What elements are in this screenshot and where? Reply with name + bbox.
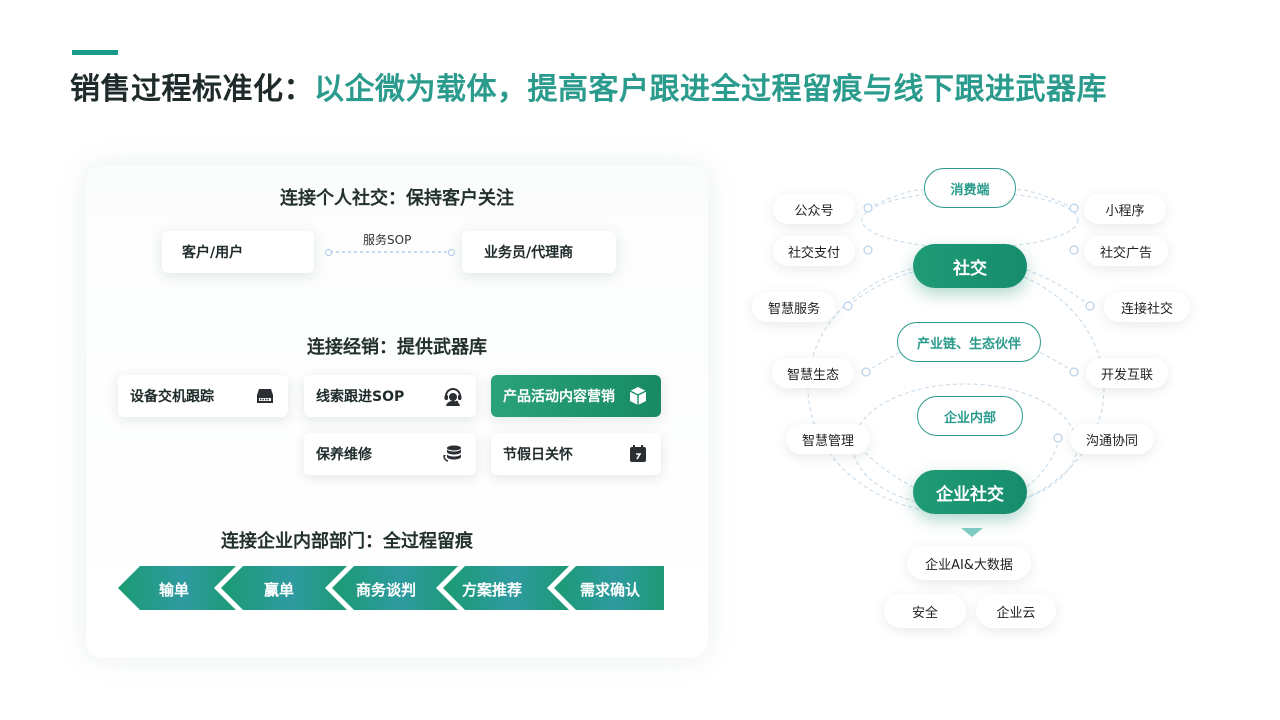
section-dealer-title: 连接经销：提供武器库: [307, 337, 487, 358]
weapon-card-holiday-care: 节假日关怀: [491, 433, 661, 475]
down-arrow-icon: [961, 528, 983, 537]
weapon-card-lead-sop: 线索跟进SOP: [304, 375, 476, 417]
step-label-requirement: 需求确认: [579, 581, 641, 599]
calendar-icon: [627, 443, 649, 465]
page-title-part2: 以企微为载体，提高客户跟进全过程留痕与线下跟进武器库: [314, 72, 1107, 107]
bottom-item-enterprise-cloud: 企业云: [976, 594, 1056, 628]
customer-card: 客户/用户: [162, 231, 314, 273]
consumer-end-node: 消费端: [924, 168, 1016, 208]
weapon-card-label: 产品活动内容营销: [503, 389, 615, 405]
social-node: 社交: [913, 244, 1027, 288]
service-sop-label: 服务SOP: [363, 233, 412, 247]
left-item-smart-ecology: 智慧生态: [772, 358, 854, 388]
enterprise-social-node: 企业社交: [913, 470, 1027, 514]
step-label-lose: 输单: [158, 581, 190, 599]
right-item-communication: 沟通协同: [1070, 424, 1154, 454]
salesperson-card: 业务员/代理商: [462, 231, 616, 273]
step-label-win: 赢单: [263, 581, 295, 599]
weapon-card-label: 节假日关怀: [503, 447, 573, 463]
box-icon: [627, 385, 649, 407]
customer-card-label: 客户/用户: [182, 245, 244, 261]
weapon-card-marketing: 产品活动内容营销: [491, 375, 661, 417]
weapon-card-label: 保养维修: [316, 447, 372, 463]
right-item-social-ads: 社交广告: [1084, 236, 1168, 266]
right-item-mini-program: 小程序: [1084, 194, 1166, 224]
server-icon: [254, 385, 276, 407]
industry-chain-node: 产业链、生态伙伴: [897, 322, 1041, 362]
section-personal-social-title: 连接个人社交：保持客户关注: [280, 188, 514, 209]
left-item-social-payment: 社交支付: [773, 236, 855, 266]
weapon-card-maintenance: 保养维修: [304, 433, 476, 475]
step-label-proposal: 方案推荐: [461, 581, 523, 599]
bottom-item-ai-bigdata: 企业AI&大数据: [907, 546, 1031, 580]
right-item-connect-social: 连接社交: [1104, 292, 1190, 322]
database-sync-icon: [442, 443, 464, 465]
enterprise-internal-node: 企业内部: [917, 396, 1023, 436]
weapon-card-equipment-tracking: 设备交机跟踪: [118, 375, 288, 417]
connector-dot-right: [448, 249, 455, 256]
connector-dot-left: [325, 249, 332, 256]
page-title-part1: 销售过程标准化：: [70, 72, 314, 107]
weapon-card-label: 线索跟进SOP: [316, 389, 405, 405]
title-accent-bar: [72, 50, 118, 55]
salesperson-card-label: 业务员/代理商: [484, 245, 574, 261]
left-item-smart-service: 智慧服务: [752, 292, 836, 322]
left-item-smart-management: 智慧管理: [786, 424, 870, 454]
left-item-official-account: 公众号: [773, 194, 855, 224]
headset-icon: [442, 385, 464, 407]
bottom-item-security: 安全: [884, 594, 966, 628]
section-internal-title: 连接企业内部部门：全过程留痕: [221, 531, 473, 552]
page-title: 销售过程标准化：以企微为载体，提高客户跟进全过程留痕与线下跟进武器库: [70, 64, 1107, 108]
step-label-negotiation: 商务谈判: [355, 581, 417, 599]
weapon-card-label: 设备交机跟踪: [130, 389, 214, 405]
right-item-dev-interconnect: 开发互联: [1086, 358, 1168, 388]
